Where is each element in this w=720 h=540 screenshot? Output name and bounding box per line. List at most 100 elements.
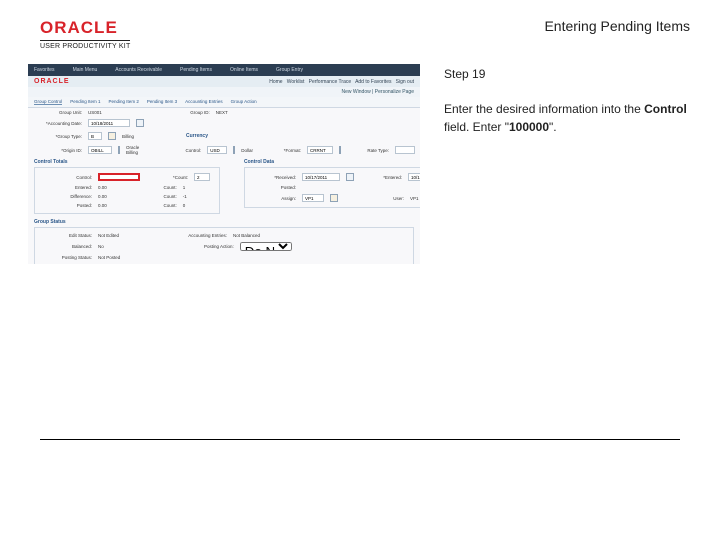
breadcrumb: Online Items <box>230 67 258 73</box>
value-accounting-entries: Not Balanced <box>233 233 260 238</box>
label-group-unit: Group Unit: <box>34 110 82 115</box>
tab-pending-item-3[interactable]: Pending Item 3 <box>147 99 177 105</box>
label-edit-status: Edit Status: <box>44 233 92 238</box>
breadcrumb: Accounts Receivable <box>115 67 162 73</box>
app-oracle-logo: ORACLE <box>34 78 70 85</box>
label-count: Count: <box>135 203 177 208</box>
label-difference: Difference: <box>44 194 92 199</box>
label-control-currency: Control: <box>159 148 201 153</box>
input-accounting-date[interactable] <box>88 119 130 127</box>
subheader-row: New Window | Personalize Page <box>28 87 420 97</box>
label-accounting-date: *Accounting Date: <box>34 121 82 126</box>
label-posting-status: Posting Status: <box>44 255 92 260</box>
tab-pending-item-1[interactable]: Pending Item 1 <box>70 99 100 105</box>
label-group-id: Group ID: <box>168 110 210 115</box>
value-group-id: NEXT <box>216 110 228 115</box>
value-group-unit: US001 <box>88 110 102 115</box>
link-new-window[interactable]: New Window <box>342 89 371 95</box>
app-topnav: Favorites Main Menu Accounts Receivable … <box>28 64 420 76</box>
label-entered: Entered: <box>44 185 92 190</box>
app-screenshot: Favorites Main Menu Accounts Receivable … <box>28 64 420 264</box>
tab-group-control[interactable]: Group Control <box>34 99 62 105</box>
label-balanced: Balanced: <box>44 244 92 249</box>
tab-group-action[interactable]: Group Action <box>231 99 257 105</box>
lookup-icon[interactable] <box>108 132 116 140</box>
link-worklist[interactable]: Worklist <box>287 79 305 85</box>
value-user: VP1 <box>410 196 419 201</box>
section-control-totals: Control Totals <box>28 157 226 167</box>
nav-mainmenu[interactable]: Main Menu <box>73 67 98 73</box>
calendar-icon[interactable] <box>136 119 144 127</box>
nav-favorites[interactable]: Favorites <box>34 67 55 73</box>
value-edit-status: Not Edited <box>98 233 119 238</box>
input-entered-date[interactable] <box>408 173 420 181</box>
value-balanced: No <box>98 244 104 249</box>
label-accounting-entries: Accounting Entries: <box>185 233 227 238</box>
lookup-icon[interactable] <box>330 194 338 202</box>
input-origin-id[interactable] <box>88 146 112 154</box>
currency-section-label: Currency <box>180 131 214 141</box>
input-assign[interactable] <box>302 194 324 202</box>
value-entered: 0.00 <box>98 185 107 190</box>
label-assign: Assign: <box>254 196 296 201</box>
label-posted-date: Posted: <box>254 185 296 190</box>
section-group-status: Group Status <box>28 217 420 227</box>
input-received[interactable] <box>302 173 340 181</box>
label-group-type: *Group Type: <box>34 134 82 139</box>
tab-pending-item-2[interactable]: Pending Item 2 <box>109 99 139 105</box>
value-posting-status: Not Posted <box>98 255 120 260</box>
input-format[interactable] <box>307 146 333 154</box>
link-home[interactable]: Home <box>269 79 282 85</box>
label-rate-type: Rate Type: <box>347 148 389 153</box>
brand-block: ORACLE USER PRODUCTIVITY KIT <box>40 18 130 50</box>
link-addfav[interactable]: Add to Favorites <box>355 79 391 85</box>
instruction-panel: Step 19 Enter the desired information in… <box>444 64 690 264</box>
value-count-pos: 0 <box>183 203 186 208</box>
label-count: *Count: <box>146 175 188 180</box>
step-label: Step 19 <box>444 66 690 83</box>
label-posting-action: Posting Action: <box>192 244 234 249</box>
lookup-icon[interactable] <box>233 146 235 154</box>
tab-accounting-entries[interactable]: Accounting Entries <box>185 99 223 105</box>
input-group-type[interactable] <box>88 132 102 140</box>
instruction-text: Enter the desired information into the C… <box>444 101 690 136</box>
link-signout[interactable]: Sign out <box>396 79 414 85</box>
value-origin-desc: Oracle Billing <box>126 145 139 155</box>
page-footer-rule <box>40 439 680 440</box>
link-perf[interactable]: Performance Trace <box>309 79 352 85</box>
label-origin-id: *Origin ID: <box>34 148 82 153</box>
label-entered-date: *Entered: <box>360 175 402 180</box>
label-received: *Received: <box>254 175 296 180</box>
field-name: Control <box>644 102 687 116</box>
lookup-icon[interactable] <box>118 146 120 154</box>
value-count-ent: 1 <box>183 185 186 190</box>
value-group-type-desc: Billing <box>122 134 134 139</box>
input-rate-type[interactable] <box>395 146 415 154</box>
calendar-icon[interactable] <box>346 173 354 181</box>
input-count[interactable] <box>194 173 210 181</box>
logo-subtitle: USER PRODUCTIVITY KIT <box>40 40 130 50</box>
link-personalize[interactable]: Personalize Page <box>375 89 414 95</box>
label-format: *Format: <box>259 148 301 153</box>
breadcrumb: Group Entry <box>276 67 303 73</box>
input-control-currency[interactable] <box>207 146 227 154</box>
app-brand-row: ORACLE Home Worklist Performance Trace A… <box>28 76 420 87</box>
page-title: Entering Pending Items <box>544 18 690 34</box>
input-control[interactable] <box>98 173 140 181</box>
value-count-dif: -1 <box>183 194 187 199</box>
lookup-icon[interactable] <box>339 146 341 154</box>
page-tabs: Group Control Pending Item 1 Pending Ite… <box>28 97 420 108</box>
value-posted: 0.00 <box>98 203 107 208</box>
field-value: 100000 <box>509 120 549 134</box>
value-currency-desc: Dollar <box>241 148 253 153</box>
oracle-logo: ORACLE <box>40 18 130 38</box>
section-control-data: Control Data <box>238 157 420 167</box>
label-count: Count: <box>135 185 177 190</box>
select-posting-action[interactable]: Do Not Post <box>240 242 292 251</box>
label-user: User: <box>362 196 404 201</box>
label-count: Count: <box>135 194 177 199</box>
breadcrumb: Pending Items <box>180 67 212 73</box>
value-difference: 0.00 <box>98 194 107 199</box>
label-control: Control: <box>44 175 92 180</box>
label-posted: Posted: <box>44 203 92 208</box>
